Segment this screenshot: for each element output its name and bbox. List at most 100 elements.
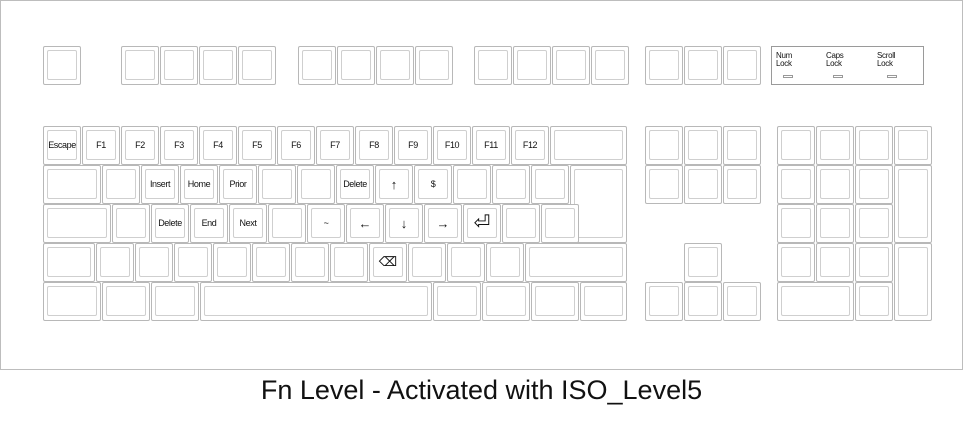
key-blank[interactable] [777, 165, 815, 204]
key-blank[interactable] [855, 204, 893, 243]
key-blank[interactable] [252, 243, 290, 282]
key-blank[interactable] [474, 46, 512, 85]
key-blank[interactable] [151, 282, 199, 321]
key-f6[interactable]: F6 [277, 126, 315, 165]
key-blank[interactable] [645, 126, 683, 165]
key-blank[interactable] [135, 243, 173, 282]
key-blank[interactable] [200, 282, 432, 321]
key-blank[interactable] [238, 46, 276, 85]
key-f12[interactable]: F12 [511, 126, 549, 165]
key-blank[interactable] [43, 204, 111, 243]
key-f1[interactable]: F1 [82, 126, 120, 165]
key-blank[interactable] [43, 46, 81, 85]
key-blank[interactable] [376, 46, 414, 85]
key-blank[interactable] [531, 282, 579, 321]
key-right-arrow[interactable]: → [424, 204, 462, 243]
key-blank[interactable] [894, 126, 932, 165]
key-blank[interactable] [855, 243, 893, 282]
key-escape[interactable]: Escape [43, 126, 81, 165]
key-blank[interactable] [855, 282, 893, 321]
key-blank[interactable] [723, 165, 761, 204]
key-blank[interactable] [112, 204, 150, 243]
key-blank[interactable] [580, 282, 627, 321]
key-blank[interactable] [684, 126, 722, 165]
key-down-arrow[interactable]: ↓ [385, 204, 423, 243]
key-blank[interactable] [645, 282, 683, 321]
key-blank[interactable] [777, 243, 815, 282]
key-blank[interactable] [337, 46, 375, 85]
key-blank[interactable] [684, 282, 722, 321]
key-blank[interactable] [492, 165, 530, 204]
key-blank[interactable] [541, 204, 579, 243]
key-blank[interactable] [777, 282, 854, 321]
key-blank[interactable] [298, 46, 336, 85]
key-blank[interactable] [816, 243, 854, 282]
key-blank[interactable] [855, 126, 893, 165]
key-blank[interactable] [268, 204, 306, 243]
key-f2[interactable]: F2 [121, 126, 159, 165]
key-blank[interactable] [174, 243, 212, 282]
key-blank[interactable] [777, 126, 815, 165]
key-f11[interactable]: F11 [472, 126, 510, 165]
key-delete-top[interactable]: Delete [336, 165, 374, 204]
key-blank[interactable] [645, 46, 683, 85]
key-left-arrow[interactable]: ← [346, 204, 384, 243]
key-home[interactable]: Home [180, 165, 218, 204]
key-blank[interactable] [486, 243, 524, 282]
key-f7[interactable]: F7 [316, 126, 354, 165]
key-f10[interactable]: F10 [433, 126, 471, 165]
key-blank[interactable] [160, 46, 198, 85]
key-blank[interactable] [258, 165, 296, 204]
key-blank[interactable] [453, 165, 491, 204]
key-blank[interactable] [447, 243, 485, 282]
key-blank[interactable] [723, 126, 761, 165]
key-insert[interactable]: Insert [141, 165, 179, 204]
key-blank[interactable] [684, 165, 722, 204]
key-blank[interactable] [723, 282, 761, 321]
key-backspace[interactable]: ⌫ [369, 243, 407, 282]
key-blank[interactable] [297, 165, 335, 204]
key-blank[interactable] [723, 46, 761, 85]
key-blank[interactable] [43, 282, 101, 321]
key-next[interactable]: Next [229, 204, 267, 243]
key-blank[interactable] [894, 243, 932, 321]
key-blank[interactable] [96, 243, 134, 282]
key-blank[interactable] [213, 243, 251, 282]
key-return[interactable]: ⏎ [463, 204, 501, 243]
key-blank[interactable] [684, 46, 722, 85]
key-blank[interactable] [502, 204, 540, 243]
key-blank[interactable] [482, 282, 530, 321]
key-f9[interactable]: F9 [394, 126, 432, 165]
key-delete-home[interactable]: Delete [151, 204, 189, 243]
key-blank[interactable] [525, 243, 627, 282]
key-blank[interactable] [415, 46, 453, 85]
key-dollar[interactable]: $ [414, 165, 452, 204]
key-blank[interactable] [102, 165, 140, 204]
key-blank[interactable] [408, 243, 446, 282]
key-blank[interactable] [199, 46, 237, 85]
key-prior[interactable]: Prior [219, 165, 257, 204]
key-blank[interactable] [43, 165, 101, 204]
key-blank[interactable] [684, 243, 722, 282]
key-blank[interactable] [531, 165, 569, 204]
key-blank[interactable] [513, 46, 551, 85]
key-blank[interactable] [121, 46, 159, 85]
key-blank[interactable] [102, 282, 150, 321]
key-f5[interactable]: F5 [238, 126, 276, 165]
key-blank[interactable] [330, 243, 368, 282]
key-blank[interactable] [552, 46, 590, 85]
key-blank[interactable] [777, 204, 815, 243]
key-end[interactable]: End [190, 204, 228, 243]
key-blank[interactable] [550, 126, 627, 165]
key-blank[interactable] [816, 126, 854, 165]
key-blank[interactable] [591, 46, 629, 85]
key-blank[interactable] [645, 165, 683, 204]
key-f4[interactable]: F4 [199, 126, 237, 165]
key-blank[interactable] [855, 165, 893, 204]
key-blank[interactable] [291, 243, 329, 282]
key-tilde[interactable]: ~ [307, 204, 345, 243]
key-f3[interactable]: F3 [160, 126, 198, 165]
key-blank[interactable] [816, 204, 854, 243]
key-blank[interactable] [43, 243, 95, 282]
key-up-arrow[interactable]: ↑ [375, 165, 413, 204]
